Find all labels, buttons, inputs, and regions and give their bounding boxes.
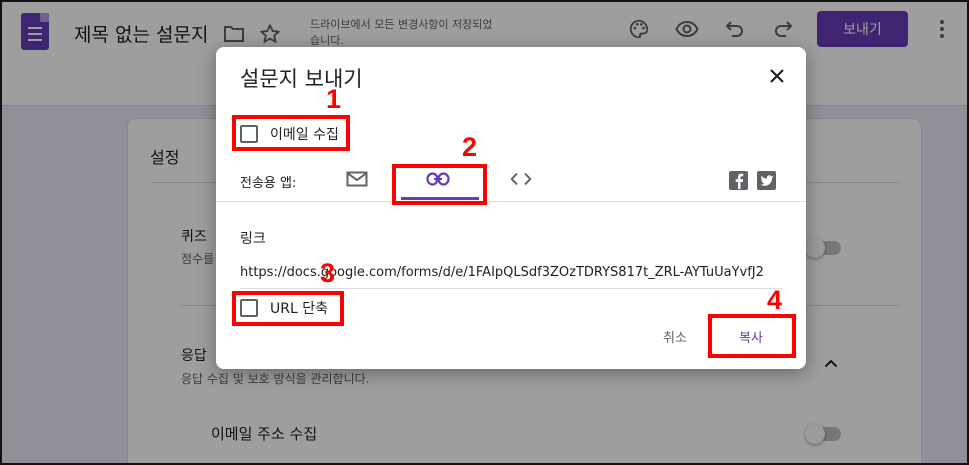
annotation-number-4: 4: [767, 285, 783, 315]
mail-icon[interactable]: [344, 169, 370, 189]
annotation-number-3: 3: [320, 258, 336, 288]
dialog-title: 설문지 보내기: [240, 67, 363, 91]
annotation-box-1: [232, 115, 350, 151]
send-via-label: 전송용 앱:: [240, 176, 297, 191]
close-icon[interactable]: [764, 63, 790, 89]
facebook-icon[interactable]: [729, 171, 748, 190]
link-section-label: 링크: [240, 231, 266, 247]
annotation-number-2: 2: [462, 132, 478, 162]
dialog-divider: [216, 201, 806, 202]
annotation-box-2: [392, 164, 487, 205]
cancel-button[interactable]: 취소: [644, 322, 706, 350]
embed-icon[interactable]: [508, 169, 534, 189]
annotation-box-3: [232, 291, 344, 326]
twitter-icon[interactable]: [757, 171, 776, 190]
annotation-number-1: 1: [326, 84, 342, 114]
annotation-box-4: [708, 314, 796, 358]
